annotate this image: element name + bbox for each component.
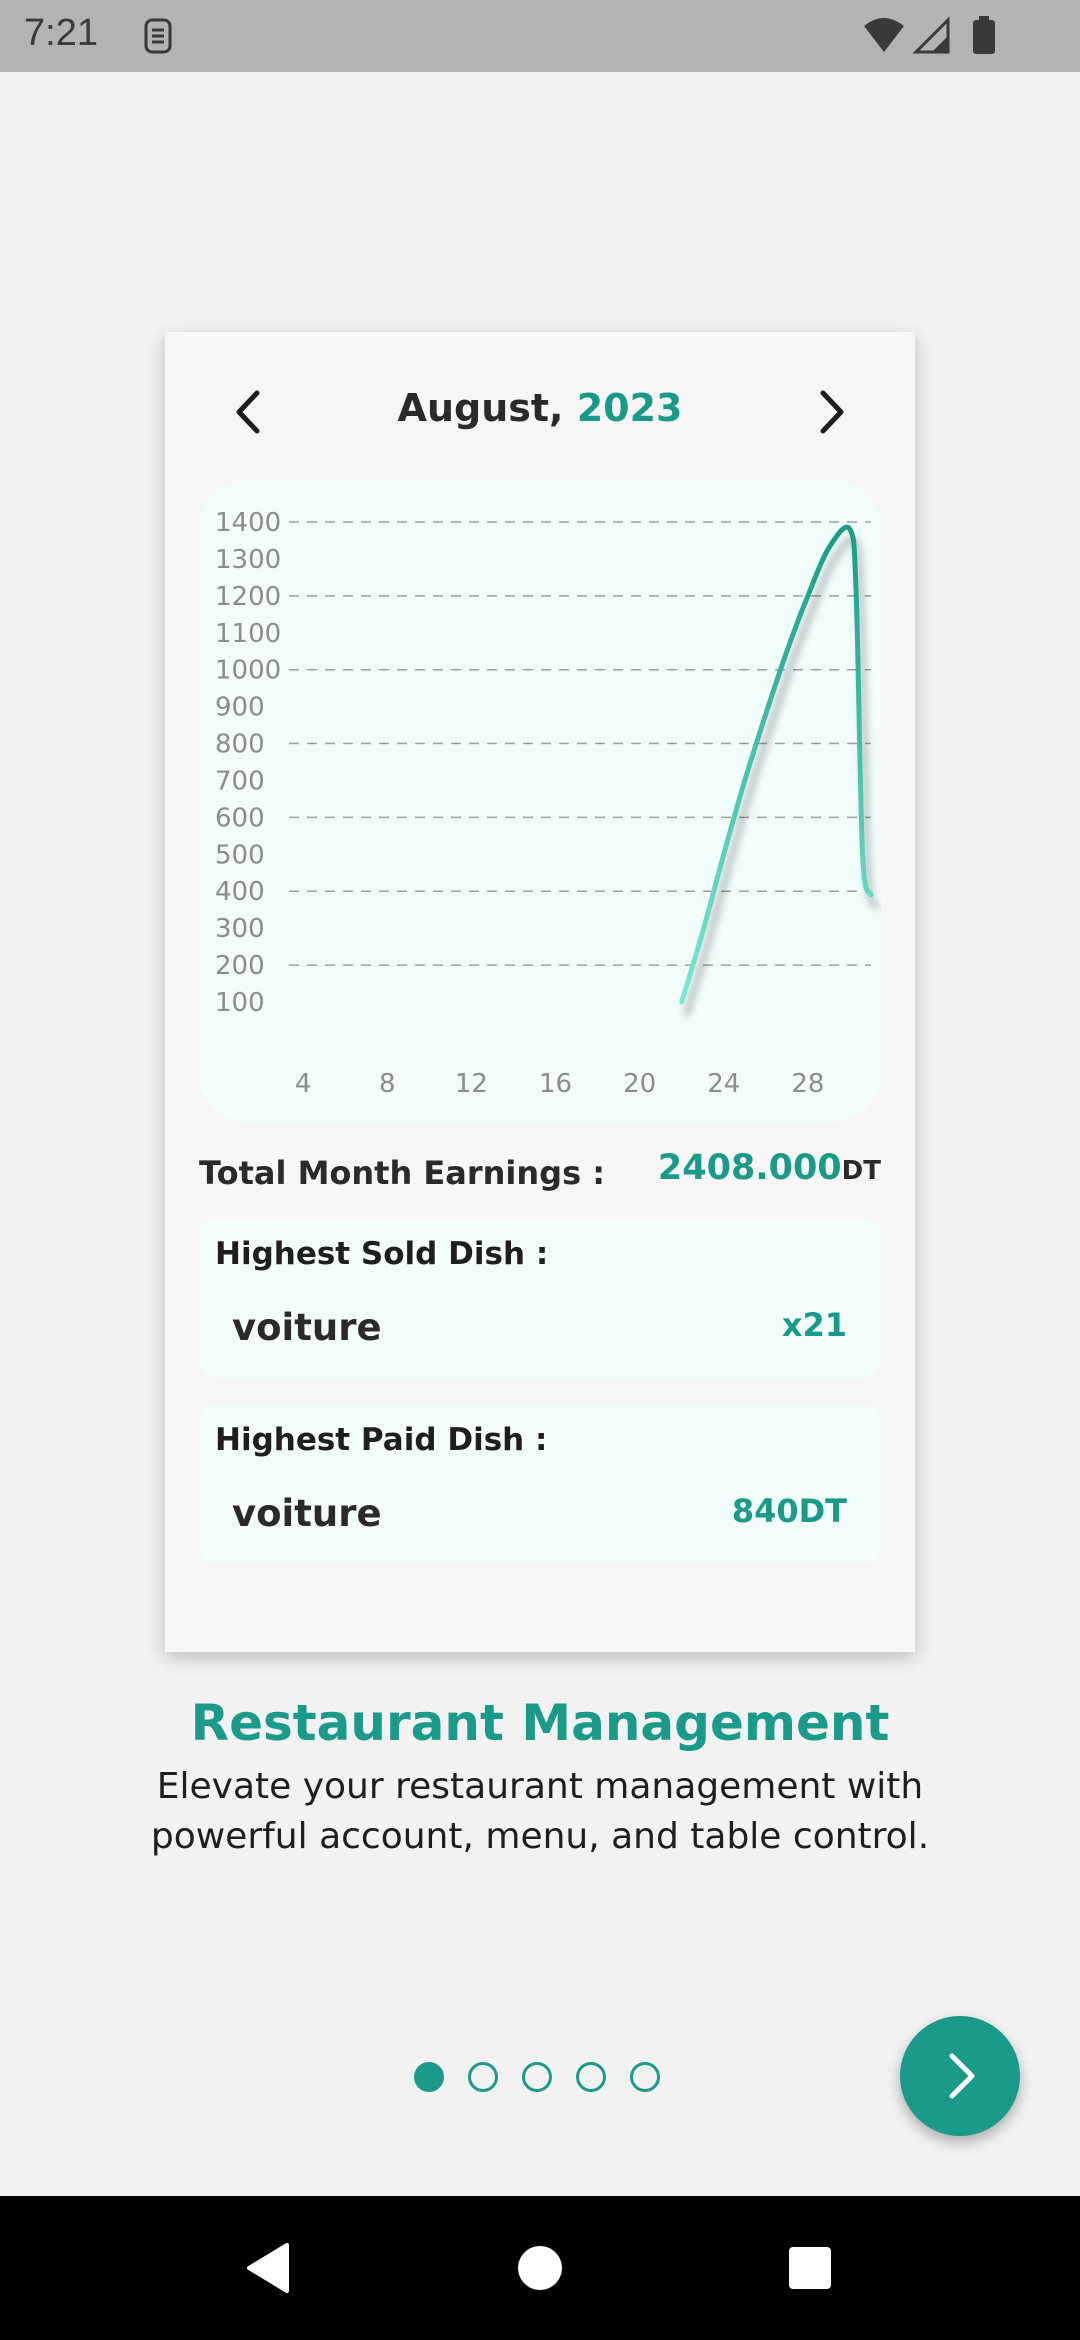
back-button[interactable] bbox=[228, 2228, 308, 2308]
earnings-chart: 100 200 300 400 500 600 700 800 900 1000 1100 1200 1… bbox=[199, 480, 881, 1122]
x-tick-label: 16 bbox=[539, 1069, 572, 1099]
x-tick-label: 24 bbox=[707, 1069, 740, 1099]
signal-icon bbox=[910, 14, 954, 58]
page-dot[interactable] bbox=[630, 2062, 660, 2092]
home-circle-icon bbox=[518, 2246, 562, 2290]
highest-sold-dish-name: voiture bbox=[232, 1306, 382, 1349]
earnings-unit: DT bbox=[841, 1156, 881, 1186]
y-tick-label: 300 bbox=[215, 914, 265, 944]
highest-paid-dish-title: Highest Paid Dish : bbox=[215, 1422, 548, 1458]
y-tick-label: 1200 bbox=[215, 582, 281, 612]
highest-sold-dish-title: Highest Sold Dish : bbox=[215, 1236, 549, 1272]
onboarding-subtitle: Elevate your restaurant management with … bbox=[150, 1766, 930, 1857]
sim-card-icon bbox=[136, 14, 180, 58]
page-dot[interactable] bbox=[576, 2062, 606, 2092]
x-tick-label: 8 bbox=[379, 1069, 396, 1099]
year-label: 2023 bbox=[576, 386, 683, 430]
x-tick-label: 4 bbox=[295, 1069, 312, 1099]
chart-svg: 100 200 300 400 500 600 700 800 900 1000 1100 1200 1… bbox=[215, 508, 874, 1099]
earnings-amount: 2408.000 bbox=[657, 1148, 842, 1188]
next-month-button[interactable] bbox=[791, 372, 871, 452]
total-earnings-label: Total Month Earnings : bbox=[199, 1154, 606, 1192]
y-tick-label: 800 bbox=[215, 730, 265, 760]
status-time: 7:21 bbox=[24, 12, 98, 54]
earnings-card: August, 2023 100 200 300 400 500 600 700 800 900… bbox=[165, 332, 915, 1652]
page-indicator bbox=[414, 2062, 660, 2092]
month-label: August, bbox=[397, 386, 564, 430]
recents-button[interactable] bbox=[770, 2228, 850, 2308]
total-earnings-row: Total Month Earnings : 2408.000DT bbox=[199, 1146, 881, 1206]
y-tick-label: 400 bbox=[215, 877, 265, 907]
y-tick-label: 600 bbox=[215, 803, 265, 833]
y-tick-label: 100 bbox=[215, 988, 265, 1018]
page-dot[interactable] bbox=[468, 2062, 498, 2092]
page-dot[interactable] bbox=[522, 2062, 552, 2092]
back-triangle-icon bbox=[247, 2243, 289, 2293]
y-tick-label: 500 bbox=[215, 840, 265, 870]
chevron-right-icon bbox=[820, 390, 844, 434]
y-tick-label: 700 bbox=[215, 766, 265, 796]
page-dot[interactable] bbox=[414, 2062, 444, 2092]
onboarding-headline: Restaurant Management bbox=[190, 1694, 890, 1752]
highest-sold-dish-card: Highest Sold Dish : voiture x21 bbox=[199, 1218, 881, 1378]
wifi-icon bbox=[862, 14, 906, 58]
x-tick-label: 20 bbox=[623, 1069, 656, 1099]
month-navigator: August, 2023 bbox=[165, 372, 915, 452]
chevron-right-icon bbox=[949, 2053, 975, 2099]
highest-sold-dish-count: x21 bbox=[781, 1306, 847, 1344]
home-button[interactable] bbox=[500, 2228, 580, 2308]
x-tick-label: 12 bbox=[455, 1069, 488, 1099]
highest-paid-dish-name: voiture bbox=[232, 1492, 382, 1535]
battery-icon bbox=[962, 14, 1006, 58]
y-tick-label: 1300 bbox=[215, 545, 281, 575]
total-earnings-value: 2408.000DT bbox=[658, 1148, 881, 1188]
highest-paid-dish-price: 840DT bbox=[731, 1492, 847, 1530]
y-tick-label: 900 bbox=[215, 693, 265, 723]
recents-square-icon bbox=[789, 2247, 831, 2289]
earnings-series-line bbox=[679, 524, 874, 1005]
y-tick-label: 1100 bbox=[215, 619, 281, 649]
y-tick-label: 1000 bbox=[215, 656, 281, 686]
y-tick-label: 200 bbox=[215, 951, 265, 981]
system-navigation-bar bbox=[0, 2196, 1080, 2340]
x-tick-label: 28 bbox=[791, 1069, 824, 1099]
y-tick-label: 1400 bbox=[215, 508, 281, 538]
next-page-button[interactable] bbox=[900, 2016, 1020, 2136]
status-bar: 7:21 bbox=[0, 0, 1080, 72]
highest-paid-dish-card: Highest Paid Dish : voiture 840DT bbox=[199, 1404, 881, 1564]
